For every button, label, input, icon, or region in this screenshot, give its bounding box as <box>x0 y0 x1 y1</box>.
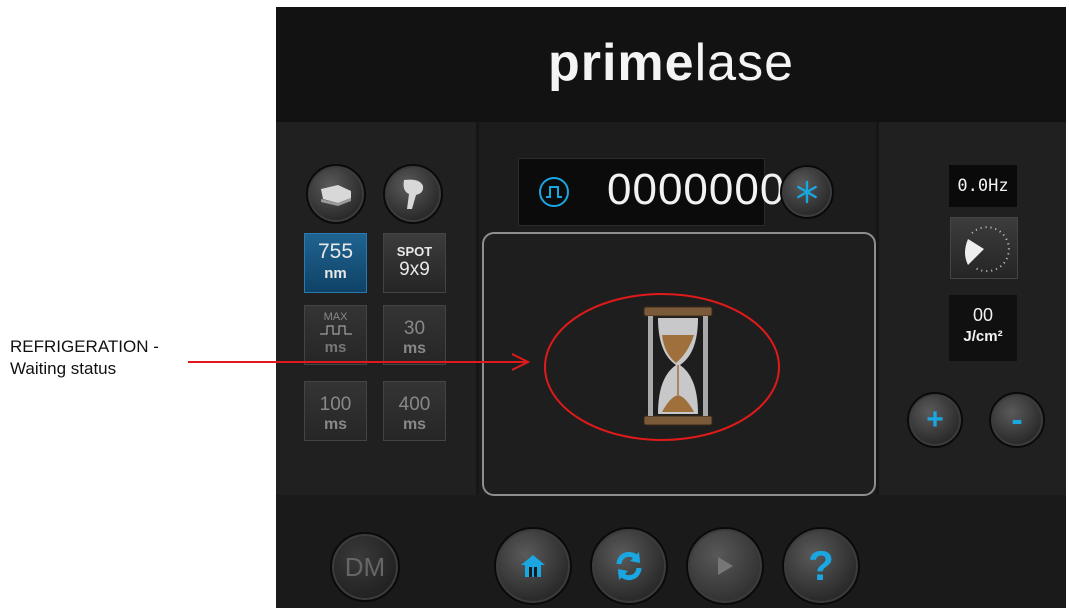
spot-value: 9x9 <box>399 259 430 280</box>
cooling-button[interactable] <box>780 165 834 219</box>
fluence-dial-button[interactable] <box>950 217 1018 279</box>
counter-value: 0000000 <box>607 165 786 214</box>
play-icon <box>718 557 733 575</box>
hourglass-icon <box>643 306 713 426</box>
logo-light: lase <box>694 34 794 92</box>
fluence-display: 00 J/cm² <box>949 295 1017 361</box>
dm-button[interactable]: DM <box>330 532 400 602</box>
help-button[interactable]: ? <box>782 527 860 605</box>
logo-bold: prime <box>547 34 695 92</box>
shot-counter: 0000000 <box>518 158 784 226</box>
brand-logo: primelase <box>276 33 1066 93</box>
annotation-label: REFRIGERATION - Waiting status <box>10 336 159 380</box>
wavelength-value: 755 <box>317 240 354 263</box>
minus-icon: - <box>1011 401 1023 439</box>
help-icon: ? <box>808 542 834 589</box>
home-button[interactable] <box>494 527 572 605</box>
fluence-value: 00 <box>972 305 994 325</box>
spot-label: SPOT <box>396 244 433 259</box>
wavelength-unit: nm <box>324 265 347 282</box>
pulse-400-unit: ms <box>402 416 427 433</box>
dm-label: DM <box>344 551 386 582</box>
refresh-icon <box>616 551 642 581</box>
annotation-line-2: Waiting status <box>10 359 117 378</box>
max-unit: ms <box>324 339 347 356</box>
refresh-button[interactable] <box>590 527 668 605</box>
wavelength-755-button[interactable]: 755 nm <box>304 233 367 293</box>
play-button[interactable] <box>686 527 764 605</box>
plus-icon: + <box>926 403 944 436</box>
frequency-display: 0.0Hz <box>949 165 1017 207</box>
max-label: MAX <box>323 311 348 323</box>
snowflake-icon <box>797 180 817 204</box>
pulse-train-icon <box>319 325 352 335</box>
pulse-icon <box>539 177 569 207</box>
handpiece-gun-icon <box>403 179 424 209</box>
handpiece-shoe-button[interactable] <box>306 164 366 224</box>
spot-size-button[interactable]: SPOT 9x9 <box>383 233 446 293</box>
pulse-30-unit: ms <box>402 340 427 357</box>
pulse-30-value: 30 <box>403 318 426 339</box>
pulse-100ms-button[interactable]: 100 ms <box>304 381 367 441</box>
fluence-unit: J/cm² <box>963 328 1003 345</box>
handpiece-shoe-icon <box>321 185 351 206</box>
device-screen: primelase 755 nm SPOT 9x9 MAX ms 30 ms 1… <box>276 7 1066 608</box>
header: primelase <box>276 7 1066 122</box>
home-icon <box>521 555 545 577</box>
handpiece-gun-button[interactable] <box>383 164 443 224</box>
pulse-400ms-button[interactable]: 400 ms <box>383 381 446 441</box>
pulse-100-unit: ms <box>323 416 348 433</box>
max-mode-button[interactable]: MAX ms <box>304 305 367 365</box>
pulse-100-value: 100 <box>319 394 352 415</box>
pulse-30ms-button[interactable]: 30 ms <box>383 305 446 365</box>
dial-icon <box>965 226 1010 273</box>
pulse-400-value: 400 <box>398 394 431 415</box>
decrease-button[interactable]: - <box>989 392 1045 448</box>
increase-button[interactable]: + <box>907 392 963 448</box>
annotation-line-1: REFRIGERATION - <box>10 337 159 356</box>
